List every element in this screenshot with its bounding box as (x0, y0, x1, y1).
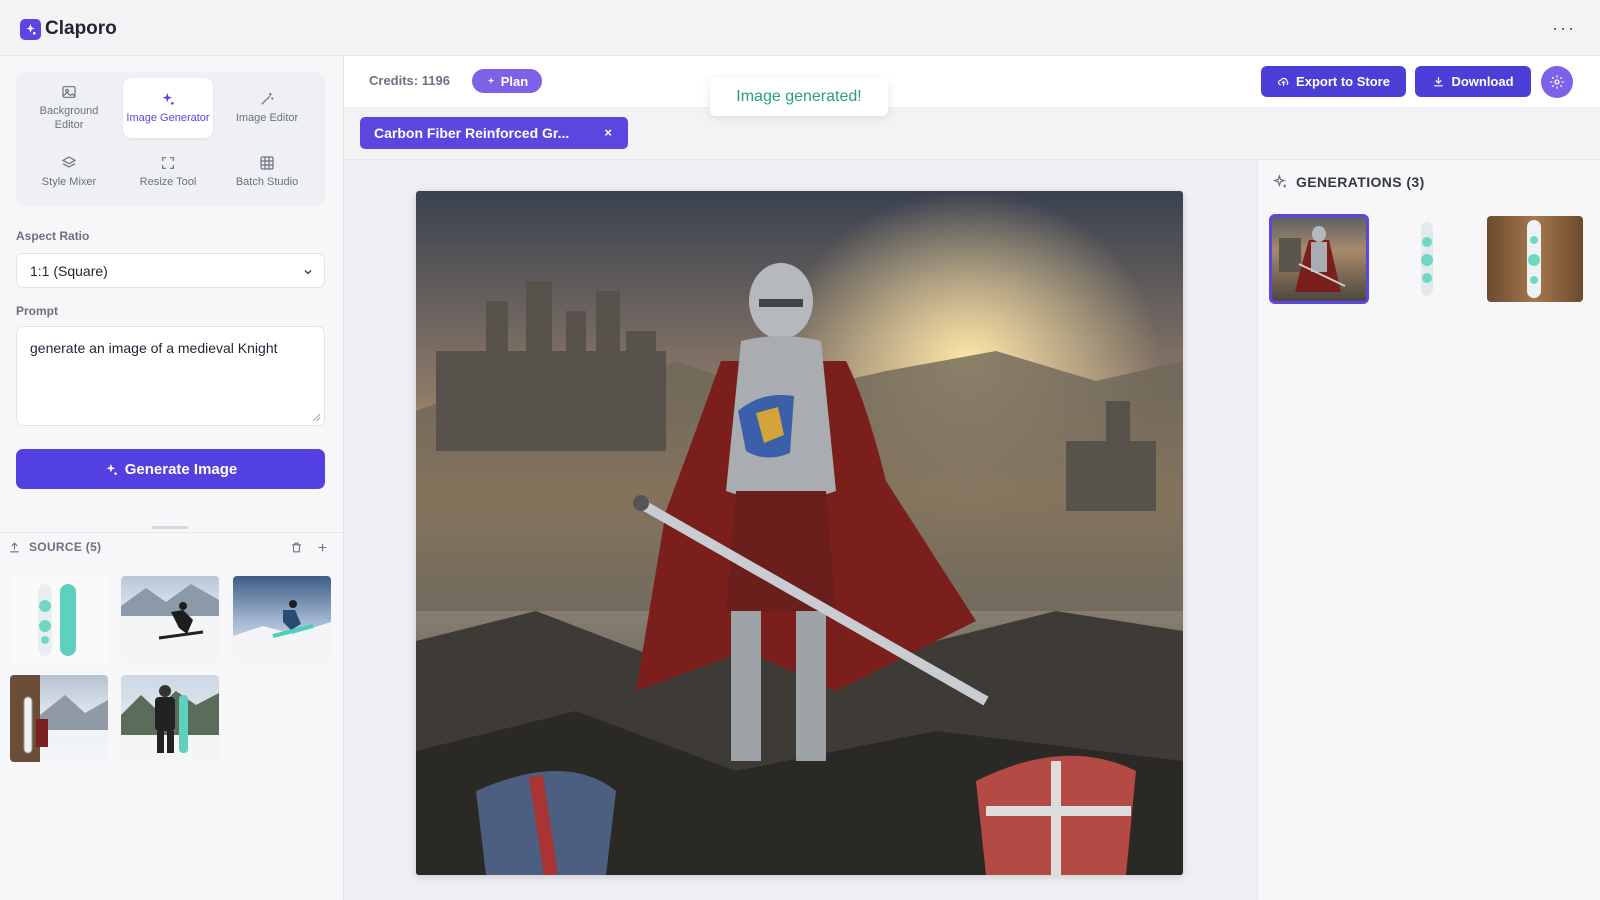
chevron-down-icon (304, 270, 312, 275)
tool-label: Background Editor (39, 105, 99, 131)
panel-resize-handle[interactable] (152, 526, 188, 529)
gear-icon (1550, 75, 1564, 89)
credits-counter: Credits: 1196 (369, 73, 450, 88)
ski-lodge-image (10, 675, 108, 762)
aspect-ratio-select[interactable]: 1:1 (Square) (16, 253, 325, 288)
plan-label: Plan (500, 73, 529, 89)
tool-style-mixer[interactable]: Style Mixer (24, 142, 114, 202)
generations-panel: GENERATIONS (3) (1257, 160, 1600, 900)
sparkle-icon (1272, 174, 1286, 188)
download-button[interactable]: Download (1415, 66, 1531, 97)
left-panel: Background Editor Image Generator Image … (0, 56, 344, 900)
source-thumbnail[interactable] (10, 675, 108, 762)
snowboard-wood-thumbnail-image (1527, 220, 1541, 298)
app-header: Claporo ··· (0, 0, 1600, 56)
main-toolbar: Credits: 1196 Plan Export to Store Downl… (344, 56, 1600, 108)
grid-icon (260, 156, 274, 170)
tool-label: Batch Studio (235, 176, 299, 188)
project-tab-label: Carbon Fiber Reinforced Gr... (374, 125, 570, 141)
sparkle-icon (487, 76, 495, 84)
project-tab[interactable]: Carbon Fiber Reinforced Gr... × (360, 117, 628, 149)
sparkle-icon (162, 93, 174, 105)
success-toast: Image generated! (710, 78, 888, 116)
resize-grip-icon[interactable] (312, 413, 321, 422)
image-icon (62, 86, 76, 98)
magic-wand-icon (261, 93, 274, 105)
tool-label: Image Generator (126, 112, 210, 124)
snowboarder-image (121, 584, 219, 663)
crop-corners-icon (162, 157, 174, 169)
knight-image (416, 191, 1183, 875)
download-icon (1434, 77, 1444, 87)
aspect-ratio-label: Aspect Ratio (16, 229, 90, 243)
export-label: Export to Store (1296, 74, 1390, 89)
app-name: Claporo (45, 18, 117, 39)
generation-thumbnail[interactable] (1269, 214, 1369, 304)
prompt-label: Prompt (16, 304, 58, 318)
prompt-textarea[interactable]: generate an image of a medieval Knight (16, 326, 325, 426)
layers-icon (61, 156, 77, 168)
generation-thumbnail[interactable] (1487, 216, 1583, 302)
project-tabs: Carbon Fiber Reinforced Gr... × (344, 108, 1600, 160)
source-title: SOURCE (5) (29, 540, 102, 554)
source-thumbnail[interactable] (121, 576, 219, 663)
plan-button[interactable]: Plan (472, 69, 542, 93)
tool-switcher: Background Editor Image Generator Image … (16, 72, 325, 206)
download-label: Download (1451, 74, 1514, 89)
snowboard-thumbnail-image (1421, 222, 1433, 296)
source-thumbnail[interactable] (233, 576, 331, 663)
tool-label: Style Mixer (41, 176, 97, 188)
cloud-upload-icon (1278, 77, 1289, 86)
source-thumbnail[interactable] (10, 576, 108, 663)
aspect-ratio-value: 1:1 (Square) (30, 263, 108, 279)
knight-thumbnail-image (1279, 226, 1346, 292)
settings-button[interactable] (1541, 66, 1573, 98)
tool-image-generator[interactable]: Image Generator (123, 78, 213, 138)
snowboarder-jump-image (233, 600, 331, 663)
tool-image-editor[interactable]: Image Editor (222, 78, 312, 138)
snowboarder-standing-image (121, 685, 219, 762)
tool-batch-studio[interactable]: Batch Studio (222, 142, 312, 202)
generate-image-button[interactable]: Generate Image (16, 449, 325, 489)
tool-label: Image Editor (235, 112, 299, 124)
source-header: SOURCE (5) (0, 532, 343, 562)
snowboard-image (38, 584, 76, 656)
prompt-text: generate an image of a medieval Knight (30, 340, 278, 356)
trash-icon[interactable] (290, 541, 303, 554)
close-icon[interactable]: × (604, 125, 612, 140)
tool-label: Resize Tool (139, 176, 197, 188)
brand-logo-icon (20, 18, 41, 40)
generation-thumbnail[interactable] (1379, 216, 1475, 302)
more-options-icon[interactable]: ··· (1552, 18, 1576, 39)
brand[interactable]: Claporo (20, 18, 117, 40)
generated-image[interactable] (416, 191, 1183, 875)
tool-background-editor[interactable]: Background Editor (24, 78, 114, 138)
generate-image-label: Generate Image (124, 460, 238, 478)
generations-title: GENERATIONS (3) (1296, 174, 1425, 190)
tool-resize-tool[interactable]: Resize Tool (123, 142, 213, 202)
export-to-store-button[interactable]: Export to Store (1261, 66, 1406, 97)
add-icon[interactable] (316, 541, 329, 554)
sparkle-icon (106, 463, 117, 475)
upload-icon[interactable] (8, 541, 21, 554)
source-thumbnail[interactable] (121, 675, 219, 762)
